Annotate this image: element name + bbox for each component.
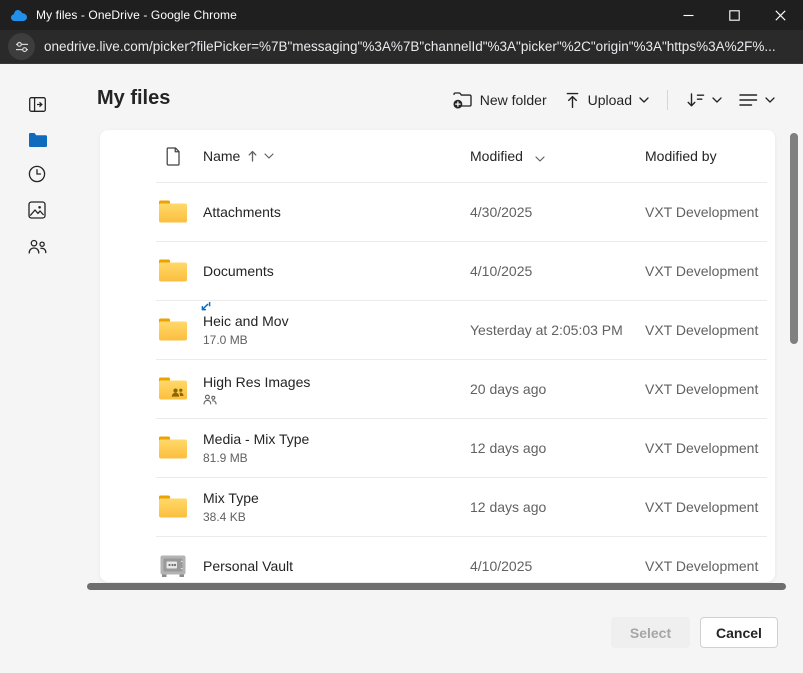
page-title: My files: [97, 87, 170, 110]
table-row[interactable]: Media - Mix Type 81.9 MB 12 days ago VXT…: [100, 418, 775, 477]
chevron-down-icon: [535, 156, 545, 162]
modified-date: 4/10/2025: [470, 263, 645, 279]
close-button[interactable]: [757, 0, 803, 30]
sidebar-item-open-pane[interactable]: [26, 93, 48, 115]
cancel-button[interactable]: Cancel: [700, 617, 778, 648]
document-icon: [166, 147, 181, 166]
url-text: onedrive.live.com/picker?filePicker=%7B"…: [44, 39, 776, 54]
people-icon: [28, 239, 47, 254]
folder-icon: [158, 494, 188, 519]
file-name: Documents: [203, 262, 274, 280]
sidebar-item-recent[interactable]: [26, 163, 48, 185]
modified-by: VXT Development: [645, 558, 775, 574]
column-label: Modified by: [645, 148, 717, 164]
select-button[interactable]: Select: [611, 617, 690, 648]
sort-ascending-icon: [248, 150, 257, 162]
upload-button[interactable]: Upload: [560, 88, 653, 113]
tune-icon: [15, 40, 29, 54]
minimize-button[interactable]: [665, 0, 711, 30]
modified-date: 20 days ago: [470, 381, 645, 397]
view-options-button[interactable]: [735, 89, 779, 111]
horizontal-scrollbar[interactable]: [87, 583, 786, 590]
table-row[interactable]: Documents 4/10/2025 VXT Development: [100, 241, 775, 300]
file-size: 17.0 MB: [203, 332, 470, 348]
image-icon: [28, 201, 46, 219]
new-folder-button[interactable]: New folder: [449, 87, 551, 113]
modified-by: VXT Development: [645, 499, 775, 515]
address-bar[interactable]: onedrive.live.com/picker?filePicker=%7B"…: [0, 30, 803, 64]
chevron-down-icon: [264, 153, 274, 159]
modified-by: VXT Development: [645, 440, 775, 456]
maximize-button[interactable]: [711, 0, 757, 30]
file-size: 81.9 MB: [203, 450, 470, 466]
sort-icon: [686, 92, 705, 108]
modified-by: VXT Development: [645, 322, 775, 338]
open-pane-icon: [29, 97, 46, 112]
sidebar: [0, 64, 85, 673]
window-title: My files - OneDrive - Google Chrome: [36, 8, 237, 22]
column-header-modified[interactable]: Modified: [470, 148, 645, 164]
folder-icon: [158, 435, 188, 460]
table-row[interactable]: Personal Vault 4/10/2025 VXT Development: [100, 536, 775, 582]
table-row[interactable]: Mix Type 38.4 KB 12 days ago VXT Develop…: [100, 477, 775, 536]
browser-window: My files - OneDrive - Google Chrome oned…: [0, 0, 803, 673]
folder-icon: [158, 258, 188, 283]
toolbar-divider: [667, 90, 668, 110]
upload-label: Upload: [588, 92, 632, 108]
window-titlebar: My files - OneDrive - Google Chrome: [0, 0, 803, 30]
modified-date: 4/10/2025: [470, 558, 645, 574]
file-name: Heic and Mov: [203, 313, 289, 329]
modified-date: 4/30/2025: [470, 204, 645, 220]
command-bar: New folder Upload: [449, 85, 779, 115]
chevron-down-icon: [712, 97, 722, 103]
modified-by: VXT Development: [645, 263, 775, 279]
list-view-icon: [739, 93, 758, 107]
folder-icon: [158, 199, 188, 224]
table-header-row: Name Modified Modified by: [100, 130, 775, 182]
table-row[interactable]: Heic and Mov 17.0 MB Yesterday at 2:05:0…: [100, 300, 775, 359]
file-name: High Res Images: [203, 373, 310, 391]
column-header-name[interactable]: Name: [203, 148, 470, 164]
file-name: Media - Mix Type: [203, 430, 309, 448]
vertical-scrollbar[interactable]: [790, 133, 798, 344]
folder-icon: [28, 132, 47, 148]
column-header-modified-by[interactable]: Modified by: [645, 148, 775, 164]
shared-folder-icon: [158, 376, 188, 401]
file-name: Mix Type: [203, 489, 259, 507]
chevron-down-icon: [765, 97, 775, 103]
folder-icon: [158, 317, 188, 342]
modified-date: Yesterday at 2:05:03 PM: [470, 322, 645, 338]
modified-by: VXT Development: [645, 204, 775, 220]
modified-by: VXT Development: [645, 381, 775, 397]
new-folder-label: New folder: [480, 92, 547, 108]
column-label: Name: [203, 148, 240, 164]
column-label: Modified: [470, 148, 523, 164]
table-row[interactable]: High Res Images 20 days ago VXT Developm…: [100, 359, 775, 418]
vault-icon: [158, 554, 188, 578]
onedrive-logo-icon: [11, 10, 27, 21]
upload-icon: [564, 92, 581, 109]
file-size: 38.4 KB: [203, 509, 470, 525]
sidebar-item-shared[interactable]: [26, 235, 48, 257]
file-name: Attachments: [203, 203, 281, 221]
site-permissions-button[interactable]: [8, 33, 35, 60]
new-folder-icon: [453, 91, 473, 109]
sidebar-item-photos[interactable]: [26, 199, 48, 221]
sidebar-item-my-files[interactable]: [26, 129, 48, 151]
shared-indicator-icon: [203, 394, 470, 405]
recently-updated-icon: [198, 301, 211, 314]
modified-date: 12 days ago: [470, 440, 645, 456]
sort-button[interactable]: [682, 88, 726, 112]
modified-date: 12 days ago: [470, 499, 645, 515]
chevron-down-icon: [639, 97, 649, 103]
file-list: Name Modified Modified by: [100, 130, 775, 582]
clock-icon: [28, 165, 46, 183]
picker-content: My files New folder Up: [0, 64, 803, 673]
table-row[interactable]: Attachments 4/30/2025 VXT Development: [100, 182, 775, 241]
file-name: Personal Vault: [203, 557, 293, 575]
